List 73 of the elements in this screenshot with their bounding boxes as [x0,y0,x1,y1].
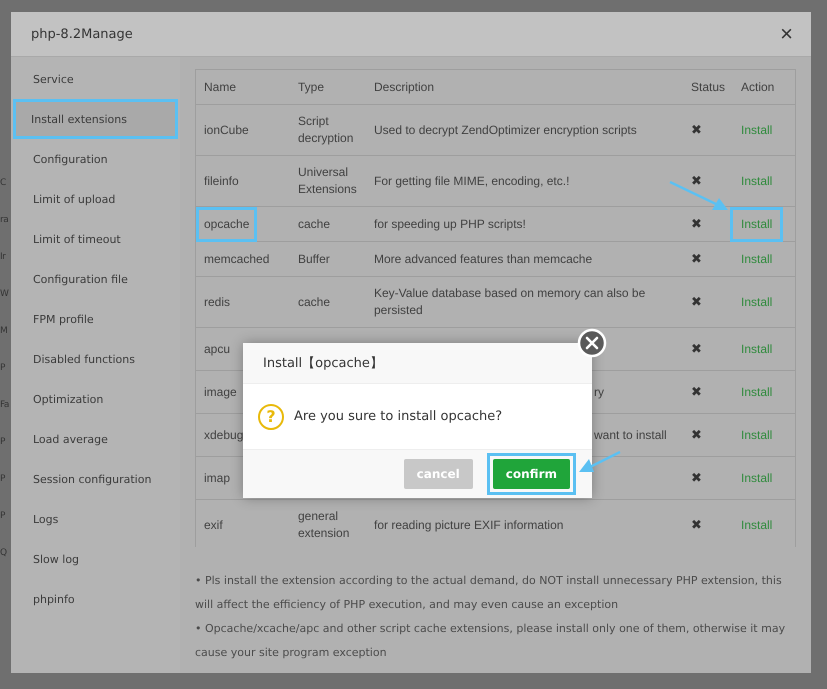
note-text: • Opcache/xcache/apc and other script cache extensions, please install only one of them, otherwise it may cause your site program exception [195,621,786,661]
column-header: Status [683,70,733,104]
column-header: Description [366,70,683,104]
sidebar-item[interactable]: Session configuration [13,459,178,499]
background-text: ra [0,214,10,227]
question-icon: ? [258,404,284,430]
status-icon: ✖ [691,294,702,309]
close-button[interactable]: × [778,23,795,45]
status-icon: ✖ [691,427,702,442]
table-cell: for reading picture EXIF information [374,516,564,534]
table-cell: want to install [594,426,667,444]
sidebar-item[interactable]: Logs [13,499,178,539]
table-cell-text: image [203,384,238,400]
table-cell: for speeding up PHP scripts! [374,216,526,232]
status-icon: ✖ [691,251,702,266]
table-cell: Used to decrypt ZendOptimizer encryption scripts [374,122,637,138]
table-cell-text: fileinfo [203,172,240,190]
table-cell: Buffer [298,250,330,268]
table-cell-text: general extension [298,508,350,542]
background-text: P [0,436,6,449]
dialog-message: Are you sure to install opcache? [294,409,502,424]
table-cell: opcache [196,206,258,242]
background-text: P [0,510,6,523]
sidebar-item[interactable]: Configuration [13,139,178,179]
background-text: P [0,362,6,375]
background-text: Fa [0,399,10,412]
status-icon: ✖ [691,122,702,137]
table-cell: cache [298,216,330,232]
background-text: W [0,288,10,301]
table-cell: For getting file MIME, encoding, etc.! [374,172,570,190]
sidebar-item[interactable]: Install extensions [13,99,178,139]
window-title: php-8.2Manage [31,26,133,42]
sidebar-item[interactable]: Slow log [13,539,178,579]
table-cell-text: redis [203,294,232,310]
background-text: Q [0,547,8,560]
arrow [579,450,621,472]
confirm-button[interactable]: confirm [492,459,570,489]
status-icon: ✖ [691,341,702,356]
dialog-title: Install【opcache】 [263,355,383,372]
note-text: • Pls install the extension according to the actual demand, do NOT install unnecessary PHP extension, this will affect the efficiency of PHP execution, and may even cause an exception [195,573,783,613]
background-text: Ir [0,251,7,264]
sidebar-item[interactable]: Optimization [13,379,178,419]
table-cell: cache [298,294,330,310]
sidebar-item[interactable]: FPM profile [13,299,178,339]
sidebar-item[interactable]: Limit of timeout [13,219,178,259]
column-header: Type [290,70,366,104]
sidebar-item[interactable]: Service [13,59,178,99]
background-text: M [0,325,8,338]
table-cell-text: apcu [203,340,232,358]
status-icon: ✖ [691,173,702,188]
table-cell: More advanced features than memcache [374,250,592,268]
status-icon: ✖ [691,470,702,485]
table-cell-text: ionCube [203,122,250,138]
table-cell-text: Key-Value database based on memory can also be persisted [374,285,646,319]
table-cell: ry [594,384,604,400]
sidebar-item[interactable]: Disabled functions [13,339,178,379]
status-icon: ✖ [691,517,702,532]
table-cell-text: imap [203,470,232,486]
table-cell-text: Script decryption [298,113,354,147]
sidebar-item[interactable]: Configuration file [13,259,178,299]
table-cell-text: exif [203,516,224,534]
status-icon: ✖ [691,216,702,231]
background-text: P [0,473,6,486]
status-icon: ✖ [691,384,702,399]
column-header: Action [733,70,795,104]
table-cell: Universal Extensions [298,164,358,198]
sidebar-item[interactable]: Limit of upload [13,179,178,219]
background-text: C [0,177,7,190]
column-header: Name [196,70,290,104]
sidebar-item[interactable]: phpinfo [13,579,178,619]
table-cell-text: memcached [203,250,270,268]
sidebar-item[interactable]: Load average [13,419,178,459]
table-cell-text: xdebug [203,426,244,444]
